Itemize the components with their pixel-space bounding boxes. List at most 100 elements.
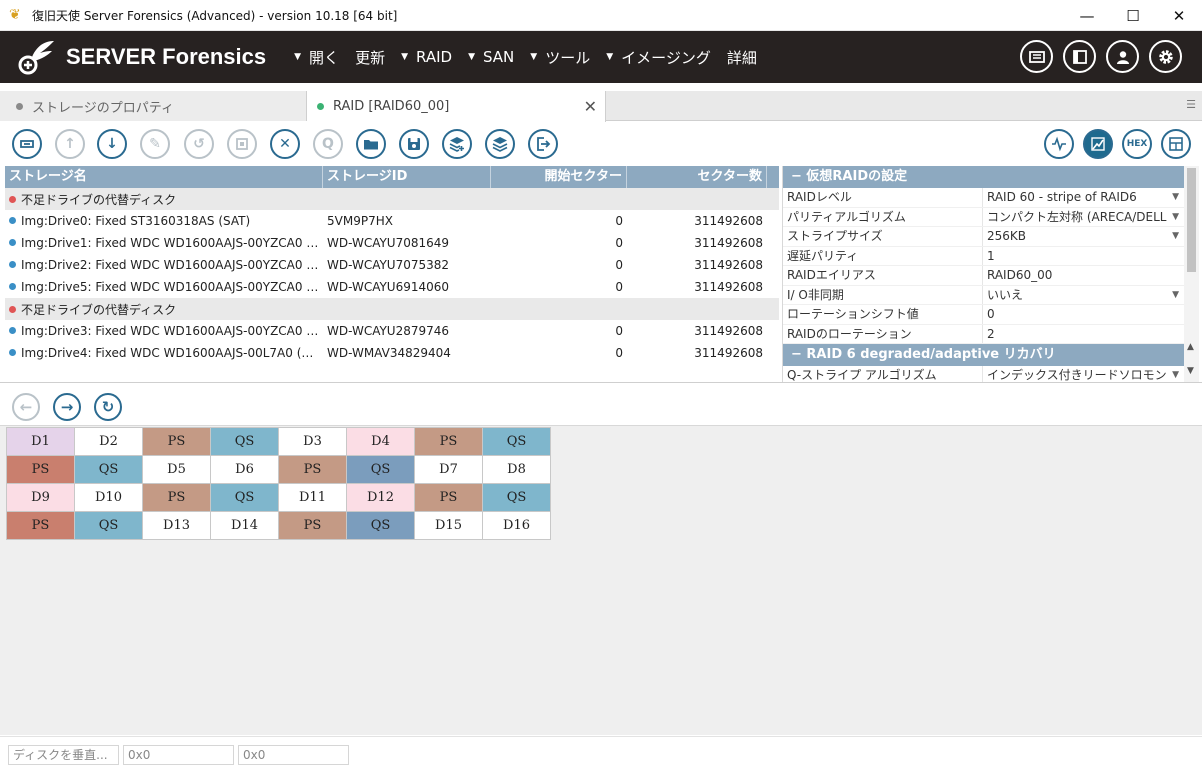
property-row[interactable]: I/ O非同期 いいえ ▼ [783,285,1185,305]
chart-button[interactable] [1083,129,1113,159]
property-value[interactable]: 2 [983,325,1185,344]
waveform-button[interactable] [1044,129,1074,159]
menu-item-2[interactable]: ▼ RAID [401,47,452,68]
stripe-block[interactable]: PS [279,512,347,540]
chip-button[interactable] [227,129,257,159]
remove-button[interactable]: ✕ [270,129,300,159]
menu-item-1[interactable]: 更新 [355,47,385,68]
virtual-raid-settings-header[interactable]: − 仮想RAIDの設定 [783,166,1185,188]
stripe-block[interactable]: D14 [211,512,279,540]
property-select[interactable]: 256KB ▼ [983,227,1185,246]
property-select[interactable]: いいえ ▼ [983,286,1185,305]
stripe-block[interactable]: D10 [75,484,143,512]
menu-item-5[interactable]: ▼ イメージング [606,47,711,68]
property-row[interactable]: Q-ストライプ アルゴリズム インデックス付きリードソロモン ▼ [783,366,1185,382]
property-select[interactable]: インデックス付きリードソロモン ▼ [983,366,1185,382]
property-row[interactable]: パリティアルゴリズム コンパクト左対称 (ARECA/DELL ▼ [783,207,1185,227]
maximize-button[interactable]: ☐ [1110,0,1156,31]
stack-add-button[interactable] [442,129,472,159]
stripe-block[interactable]: QS [483,428,551,456]
chevron-down-icon[interactable]: ▼ [1172,208,1179,227]
scroll-down-icon[interactable]: ▼ [1187,366,1194,376]
stripe-block[interactable]: QS [347,512,415,540]
stripe-block[interactable]: D13 [143,512,211,540]
property-value[interactable]: RAID60_00 [983,266,1185,285]
stripe-block[interactable]: QS [211,428,279,456]
group-row[interactable]: 不足ドライブの代替ディスク [5,188,779,210]
panel-splitter[interactable] [0,382,1202,383]
property-row[interactable]: RAIDレベル RAID 60 - stripe of RAID6 ▼ [783,188,1185,208]
stripe-block[interactable]: PS [143,428,211,456]
tab-close-icon[interactable]: ✕ [584,97,597,116]
menu-item-0[interactable]: ▼ 開く [294,47,339,68]
search-q-button[interactable]: Q [313,129,343,159]
stripe-block[interactable]: D15 [415,512,483,540]
stripe-block[interactable]: PS [143,484,211,512]
stripe-block[interactable]: D12 [347,484,415,512]
save-button[interactable] [399,129,429,159]
chevron-down-icon[interactable]: ▼ [1172,227,1179,246]
stripe-block[interactable]: D9 [7,484,75,512]
layers-button[interactable] [485,129,515,159]
tab-raid[interactable]: RAID [RAID60_00] ✕ [307,91,606,122]
stripe-block[interactable]: QS [75,512,143,540]
stripe-block[interactable]: D7 [415,456,483,484]
panel-button[interactable] [1161,129,1191,159]
table-row[interactable]: Img:Drive3: Fixed WDC WD1600AAJS-00YZCA0… [5,320,779,342]
stripe-block[interactable]: PS [279,456,347,484]
stripe-block[interactable]: D16 [483,512,551,540]
table-row[interactable]: Img:Drive4: Fixed WDC WD1600AAJS-00L7A0 … [5,342,779,364]
stripe-block[interactable]: QS [483,484,551,512]
stripe-block[interactable]: PS [415,428,483,456]
tab-storage-properties[interactable]: ストレージのプロパティ [0,91,307,121]
stripe-block[interactable]: PS [7,512,75,540]
stripe-block[interactable]: D3 [279,428,347,456]
property-row[interactable]: 遅延パリティ 1 [783,246,1185,266]
menu-item-4[interactable]: ▼ ツール [530,47,590,68]
settings-button[interactable] [1149,40,1182,73]
hex-button[interactable]: HEX [1122,129,1152,159]
move-down-button[interactable]: ↓ [97,129,127,159]
back-button[interactable]: ← [12,393,40,421]
stripe-block[interactable]: D4 [347,428,415,456]
column-header-name[interactable]: ストレージ名 [5,166,323,188]
table-row[interactable]: Img:Drive0: Fixed ST3160318AS (SAT) 5VM9P… [5,210,779,232]
panel-toggle-button[interactable] [1063,40,1096,73]
property-row[interactable]: RAIDのローテーション 2 [783,324,1185,344]
forward-button[interactable]: → [53,393,81,421]
property-select[interactable]: RAID 60 - stripe of RAID6 ▼ [983,188,1185,207]
column-header-count[interactable]: セクター数 [627,166,767,188]
tab-overflow-icon[interactable]: ☰ [1186,98,1196,111]
raid6-recovery-header[interactable]: − RAID 6 degraded/adaptive リカバリ [783,344,1185,366]
table-row[interactable]: Img:Drive1: Fixed WDC WD1600AAJS-00YZCA0… [5,232,779,254]
menu-item-6[interactable]: 詳細 [727,47,757,68]
exit-button[interactable] [528,129,558,159]
property-value[interactable]: 1 [983,247,1185,266]
scrollbar-thumb[interactable] [1187,168,1196,272]
raid-config-button[interactable] [12,129,42,159]
move-up-button[interactable]: ↑ [55,129,85,159]
stripe-block[interactable]: PS [7,456,75,484]
table-row[interactable]: Img:Drive2: Fixed WDC WD1600AAJS-00YZCA0… [5,254,779,276]
scroll-up-icon[interactable]: ▲ [1187,342,1194,352]
close-window-button[interactable]: ✕ [1156,0,1202,31]
property-value[interactable]: 0 [983,305,1185,324]
minimize-button[interactable]: — [1064,0,1110,31]
monitor-button[interactable] [1020,40,1053,73]
stripe-block[interactable]: QS [347,456,415,484]
stripe-block[interactable]: D11 [279,484,347,512]
stripe-block[interactable]: D6 [211,456,279,484]
chevron-down-icon[interactable]: ▼ [1172,188,1179,207]
stripe-block[interactable]: D5 [143,456,211,484]
property-select[interactable]: コンパクト左対称 (ARECA/DELL ▼ [983,208,1185,227]
menu-item-3[interactable]: ▼ SAN [468,47,514,68]
stripe-block[interactable]: QS [211,484,279,512]
stripe-block[interactable]: D1 [7,428,75,456]
property-row[interactable]: ローテーションシフト値 0 [783,305,1185,325]
group-row[interactable]: 不足ドライブの代替ディスク [5,298,779,320]
chevron-down-icon[interactable]: ▼ [1172,286,1179,305]
property-row[interactable]: RAIDエイリアス RAID60_00 [783,266,1185,286]
undo-button[interactable]: ↺ [184,129,214,159]
property-row[interactable]: ストライプサイズ 256KB ▼ [783,227,1185,247]
column-header-start[interactable]: 開始セクター [491,166,627,188]
